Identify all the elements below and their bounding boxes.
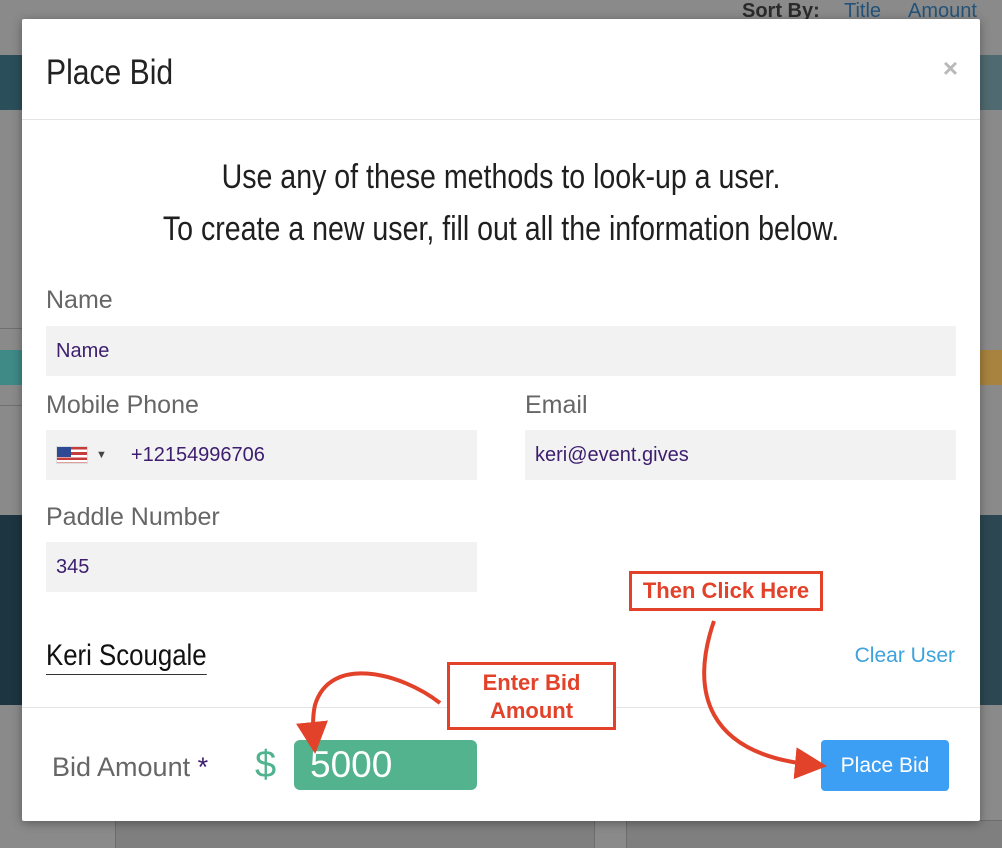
required-mark: *: [197, 752, 209, 782]
background-divider: [0, 405, 22, 406]
selected-user-name[interactable]: Keri Scougale: [46, 639, 207, 675]
bid-amount-input[interactable]: 5000: [294, 740, 477, 790]
background-item-image: [0, 515, 22, 705]
instructions-line-2: To create a new user, fill out all the i…: [162, 210, 840, 248]
background-card: [626, 820, 1002, 848]
dollar-sign-icon: $: [255, 744, 277, 786]
background-item-image: [980, 55, 1002, 110]
background-button: [980, 350, 1002, 385]
background-button: [0, 350, 22, 385]
name-label: Name: [46, 286, 113, 314]
paddle-number-label: Paddle Number: [46, 503, 220, 531]
bid-amount-value: 5000: [310, 744, 393, 785]
name-field[interactable]: Name: [46, 326, 956, 376]
close-icon[interactable]: ×: [943, 53, 958, 84]
chevron-down-icon[interactable]: ▼: [96, 449, 107, 461]
enter-bid-callout-line-1: Enter Bid: [482, 670, 581, 695]
clear-user-link[interactable]: Clear User: [855, 644, 955, 668]
email-field-value: keri@event.gives: [535, 443, 689, 466]
mobile-phone-label: Mobile Phone: [46, 391, 199, 419]
background-item-image: [0, 55, 22, 110]
email-label: Email: [525, 391, 588, 419]
email-field[interactable]: keri@event.gives: [525, 430, 956, 480]
us-flag-icon[interactable]: [56, 446, 88, 464]
background-card: [115, 820, 595, 848]
name-field-value: Name: [56, 339, 110, 362]
background-divider: [0, 328, 22, 329]
instructions-line-1: Use any of these methods to look-up a us…: [221, 158, 781, 196]
mobile-phone-field[interactable]: ▼ +12154996706: [46, 430, 477, 480]
place-bid-button[interactable]: Place Bid: [821, 740, 949, 791]
bid-amount-label-text: Bid Amount: [52, 752, 191, 782]
enter-bid-callout: Enter Bid Amount: [447, 662, 616, 730]
mobile-phone-value: +12154996706: [130, 443, 265, 466]
modal-header: Place Bid ×: [22, 19, 980, 120]
then-click-callout-text: Then Click Here: [642, 578, 810, 603]
instructions: Use any of these methods to look-up a us…: [22, 151, 980, 255]
bid-amount-label: Bid Amount *: [52, 752, 208, 783]
paddle-number-value: 345: [56, 555, 90, 578]
enter-bid-callout-line-2: Amount: [489, 698, 574, 723]
modal-title: Place Bid: [46, 53, 174, 92]
background-item-image: [980, 515, 1002, 705]
paddle-number-field[interactable]: 345: [46, 542, 477, 592]
then-click-callout: Then Click Here: [629, 571, 823, 611]
